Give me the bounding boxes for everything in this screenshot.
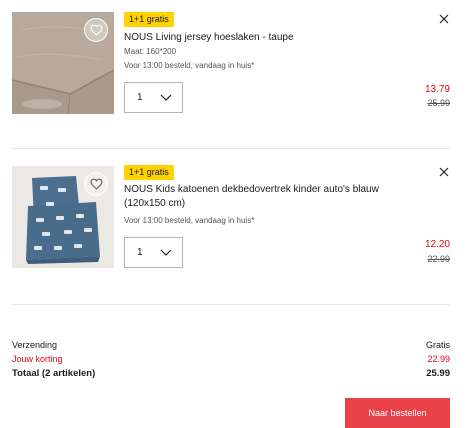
- shipping-value: Gratis: [425, 340, 450, 350]
- original-price: 25.99: [427, 98, 450, 108]
- product-title[interactable]: NOUS Living jersey hoeslaken - taupe: [124, 31, 414, 45]
- product-size: Maat: 160*200: [124, 47, 177, 56]
- favorite-button[interactable]: [84, 18, 108, 42]
- original-price: 22.99: [427, 254, 450, 264]
- product-image[interactable]: [12, 12, 114, 114]
- remove-item-button[interactable]: [438, 12, 450, 24]
- discount-label: Jouw korting: [12, 354, 63, 364]
- quantity-value: 1: [137, 92, 143, 103]
- quantity-select[interactable]: 1: [124, 237, 183, 268]
- promo-badge: 1+1 gratis: [124, 165, 174, 180]
- delivery-info: Voor 13:00 besteld, vandaag in huis*: [124, 216, 255, 225]
- total-label: Totaal (2 artikelen): [12, 368, 96, 379]
- current-price: 13.79: [424, 84, 450, 95]
- cart-item: 1+1 gratis NOUS Living jersey hoeslaken …: [0, 0, 475, 150]
- divider: [12, 304, 450, 305]
- summary-discount: Jouw korting 22.99: [12, 353, 450, 365]
- chevron-down-icon: [160, 249, 172, 256]
- close-icon: [439, 14, 449, 24]
- heart-icon: [90, 178, 102, 190]
- shipping-label: Verzending: [12, 340, 58, 350]
- remove-item-button[interactable]: [438, 165, 450, 177]
- product-title[interactable]: NOUS Kids katoenen dekbedovertrek kinder…: [124, 183, 414, 211]
- summary-shipping: Verzending Gratis: [12, 339, 450, 351]
- total-value: 25.99: [426, 368, 450, 379]
- quantity-value: 1: [137, 247, 143, 258]
- checkout-button[interactable]: Naar bestellen: [345, 398, 450, 428]
- delivery-info: Voor 13:00 besteld, vandaag in huis*: [124, 61, 255, 70]
- promo-badge: 1+1 gratis: [124, 12, 174, 27]
- current-price: 12.20: [424, 239, 450, 250]
- quantity-select[interactable]: 1: [124, 82, 183, 113]
- heart-icon: [90, 24, 102, 36]
- discount-value: 22.99: [427, 354, 450, 364]
- divider: [12, 148, 450, 149]
- cart-item: 1+1 gratis NOUS Kids katoenen dekbedover…: [0, 150, 475, 300]
- close-icon: [439, 167, 449, 177]
- product-image[interactable]: [12, 166, 114, 268]
- chevron-down-icon: [160, 94, 172, 101]
- favorite-button[interactable]: [84, 172, 108, 196]
- summary-total: Totaal (2 artikelen) 25.99: [12, 368, 450, 380]
